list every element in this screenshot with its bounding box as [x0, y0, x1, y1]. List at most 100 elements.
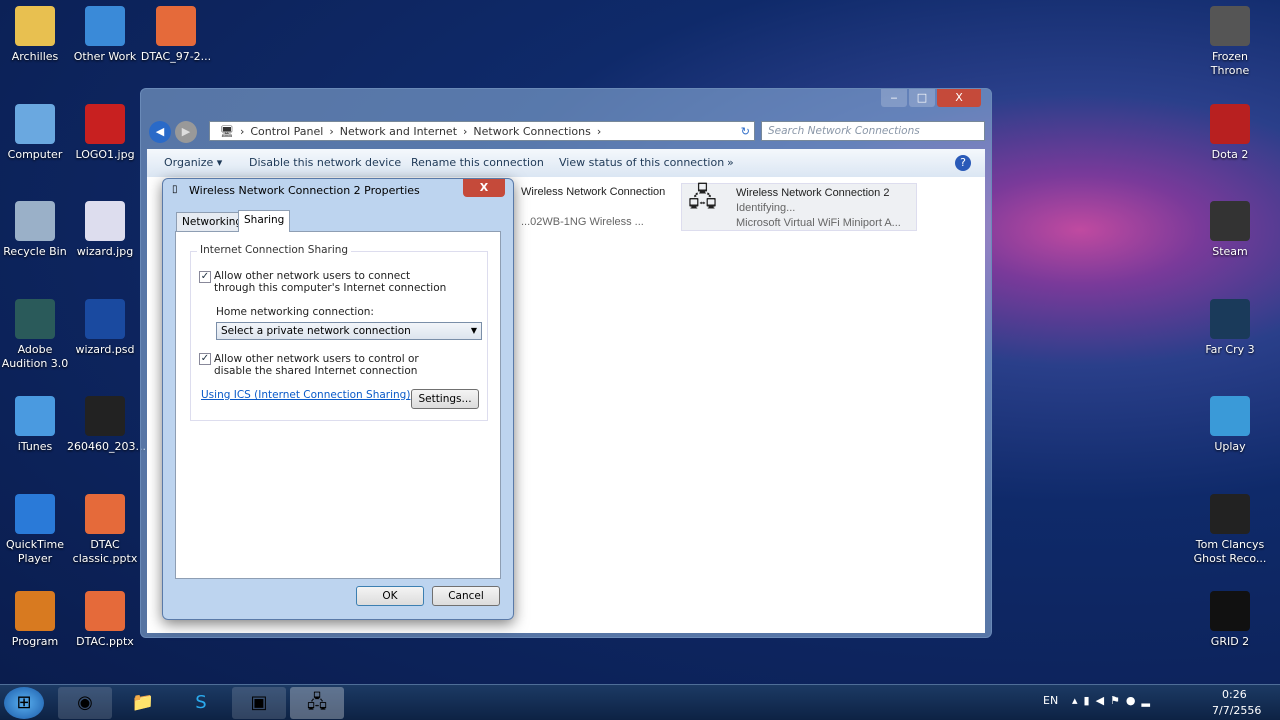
- allow-control-label: Allow other network users to control or …: [214, 353, 419, 377]
- desktop-icon[interactable]: 260460_203...: [67, 396, 146, 454]
- desktop-icon[interactable]: wizard.jpg: [67, 201, 143, 259]
- maximize-button[interactable]: □: [909, 89, 935, 107]
- control-panel-icon: 🖥: [220, 124, 234, 138]
- desktop-icon-label: Frozen Throne: [1210, 50, 1250, 77]
- desktop-icon[interactable]: wizard.psd: [67, 299, 143, 357]
- connection-item-selected[interactable]: 🖧 Wireless Network Connection 2 Identify…: [681, 183, 917, 231]
- desktop-icon-label: Uplay: [1214, 440, 1246, 453]
- desktop-icon-image: [1210, 104, 1250, 144]
- desktop-icon[interactable]: LOGO1.jpg: [67, 104, 143, 162]
- ok-button[interactable]: OK: [356, 586, 424, 606]
- desktop-icon-label: Archilles: [11, 50, 59, 63]
- desktop-icon-image: [15, 591, 55, 631]
- taskbar-cmd[interactable]: ▣: [232, 687, 286, 719]
- dialog-close-button[interactable]: X: [463, 179, 505, 197]
- ics-help-link[interactable]: Using ICS (Internet Connection Sharing): [201, 389, 410, 401]
- desktop-icon-label: 260460_203...: [67, 440, 146, 453]
- desktop-icon-image: [85, 201, 125, 241]
- disable-device-button[interactable]: Disable this network device: [249, 156, 401, 169]
- breadcrumb-control-panel[interactable]: Control Panel: [250, 125, 323, 138]
- desktop-icon[interactable]: GRID 2: [1192, 591, 1268, 649]
- desktop-icon-label: GRID 2: [1210, 635, 1250, 648]
- help-icon[interactable]: ?: [955, 155, 971, 171]
- tray-icons[interactable]: ▴▮◀⚑●▂: [1072, 694, 1156, 707]
- chevron-down-icon: ▼: [470, 326, 477, 335]
- desktop-icon-label: DTAC classic.pptx: [72, 538, 138, 565]
- cancel-button[interactable]: Cancel: [432, 586, 500, 606]
- breadcrumb-network-connections[interactable]: Network Connections: [473, 125, 590, 138]
- desktop-icon-image: [15, 396, 55, 436]
- group-label: Internet Connection Sharing: [197, 244, 352, 256]
- desktop-icon[interactable]: Frozen Throne: [1192, 6, 1268, 78]
- taskbar-explorer[interactable]: 📁: [116, 687, 170, 719]
- desktop-icon-label: Steam: [1212, 245, 1248, 258]
- clock-date[interactable]: 7/7/2556: [1212, 704, 1261, 717]
- desktop-icon-label: Dota 2: [1211, 148, 1249, 161]
- sharing-panel: Internet Connection Sharing ✓ Allow othe…: [175, 231, 501, 579]
- allow-connect-checkbox[interactable]: ✓: [199, 271, 211, 283]
- desktop-icon-image: [1210, 494, 1250, 534]
- desktop-icon-label: wizard.psd: [75, 343, 135, 356]
- desktop-icon[interactable]: Computer: [0, 104, 73, 162]
- breadcrumb-network-internet[interactable]: Network and Internet: [340, 125, 457, 138]
- desktop-icon[interactable]: Tom Clancys Ghost Reco...: [1192, 494, 1268, 566]
- forward-button[interactable]: ▶: [175, 121, 197, 143]
- dialog-title: Wireless Network Connection 2 Properties: [189, 184, 420, 197]
- close-button[interactable]: X: [937, 89, 981, 107]
- desktop-icon-image: [15, 299, 55, 339]
- desktop-icon-image: [15, 201, 55, 241]
- desktop-icon[interactable]: Recycle Bin: [0, 201, 73, 259]
- search-input[interactable]: Search Network Connections: [761, 121, 985, 141]
- desktop-icon[interactable]: DTAC.pptx: [67, 591, 143, 649]
- taskbar: ⊞ ◉ 📁 S ▣ 🖧 EN ▴▮◀⚑●▂ 0:26 7/7/2556: [0, 684, 1280, 720]
- view-status-button[interactable]: View status of this connection: [559, 156, 724, 169]
- desktop-icon-label: Other Work: [73, 50, 137, 63]
- desktop-icon[interactable]: DTAC classic.pptx: [67, 494, 143, 566]
- desktop-icon[interactable]: Other Work: [67, 6, 143, 64]
- connection-item[interactable]: Wireless Network Connection ...02WB-1NG …: [521, 185, 665, 230]
- back-button[interactable]: ◀: [149, 121, 171, 143]
- desktop-icon-image: [15, 494, 55, 534]
- minimize-button[interactable]: ‒: [881, 89, 907, 107]
- desktop-icon-image: [85, 299, 125, 339]
- desktop-icon-image: [85, 494, 125, 534]
- desktop-icon-image: [85, 396, 125, 436]
- desktop-icon[interactable]: Far Cry 3: [1192, 299, 1268, 357]
- allow-connect-label: Allow other network users to connect thr…: [214, 270, 447, 294]
- desktop-icon-label: Computer: [7, 148, 63, 161]
- start-button[interactable]: ⊞: [4, 687, 44, 719]
- settings-button[interactable]: Settings...: [411, 389, 479, 409]
- desktop-icon[interactable]: Program: [0, 591, 73, 649]
- refresh-icon[interactable]: ↻: [741, 125, 750, 138]
- home-connection-label: Home networking connection:: [216, 306, 374, 318]
- rename-connection-button[interactable]: Rename this connection: [411, 156, 544, 169]
- desktop-icon[interactable]: Steam: [1192, 201, 1268, 259]
- desktop-icon-label: Adobe Audition 3.0: [1, 343, 69, 370]
- home-connection-select[interactable]: Select a private network connection ▼: [216, 322, 482, 340]
- address-bar[interactable]: 🖥 › Control Panel › Network and Internet › …: [209, 121, 755, 141]
- desktop-icon-image: [156, 6, 196, 46]
- taskbar-network-connections[interactable]: 🖧: [290, 687, 344, 719]
- desktop-icon-image: [1210, 396, 1250, 436]
- more-commands-button[interactable]: »: [727, 156, 734, 169]
- taskbar-chrome[interactable]: ◉: [58, 687, 112, 719]
- allow-control-checkbox[interactable]: ✓: [199, 353, 211, 365]
- desktop-icon[interactable]: Archilles: [0, 6, 73, 64]
- taskbar-skype[interactable]: S: [174, 687, 228, 719]
- desktop-icon[interactable]: Adobe Audition 3.0: [0, 299, 73, 371]
- desktop-icon[interactable]: Dota 2: [1192, 104, 1268, 162]
- command-bar: Organize ▾ Disable this network device R…: [147, 149, 985, 177]
- desktop-icon[interactable]: Uplay: [1192, 396, 1268, 454]
- desktop-icon-image: [85, 591, 125, 631]
- window-controls: ‒ □ X: [881, 89, 981, 107]
- desktop-icon[interactable]: DTAC_97-2...: [138, 6, 214, 64]
- desktop-icon[interactable]: iTunes: [0, 396, 73, 454]
- desktop-icon-image: [85, 104, 125, 144]
- desktop-icon[interactable]: QuickTime Player: [0, 494, 73, 566]
- desktop-icon-label: LOGO1.jpg: [75, 148, 135, 161]
- tab-sharing[interactable]: Sharing: [238, 210, 291, 232]
- clock-time[interactable]: 0:26: [1222, 688, 1247, 701]
- desktop-icon-image: [85, 6, 125, 46]
- language-indicator[interactable]: EN: [1043, 694, 1058, 707]
- organize-button[interactable]: Organize ▾: [164, 156, 222, 169]
